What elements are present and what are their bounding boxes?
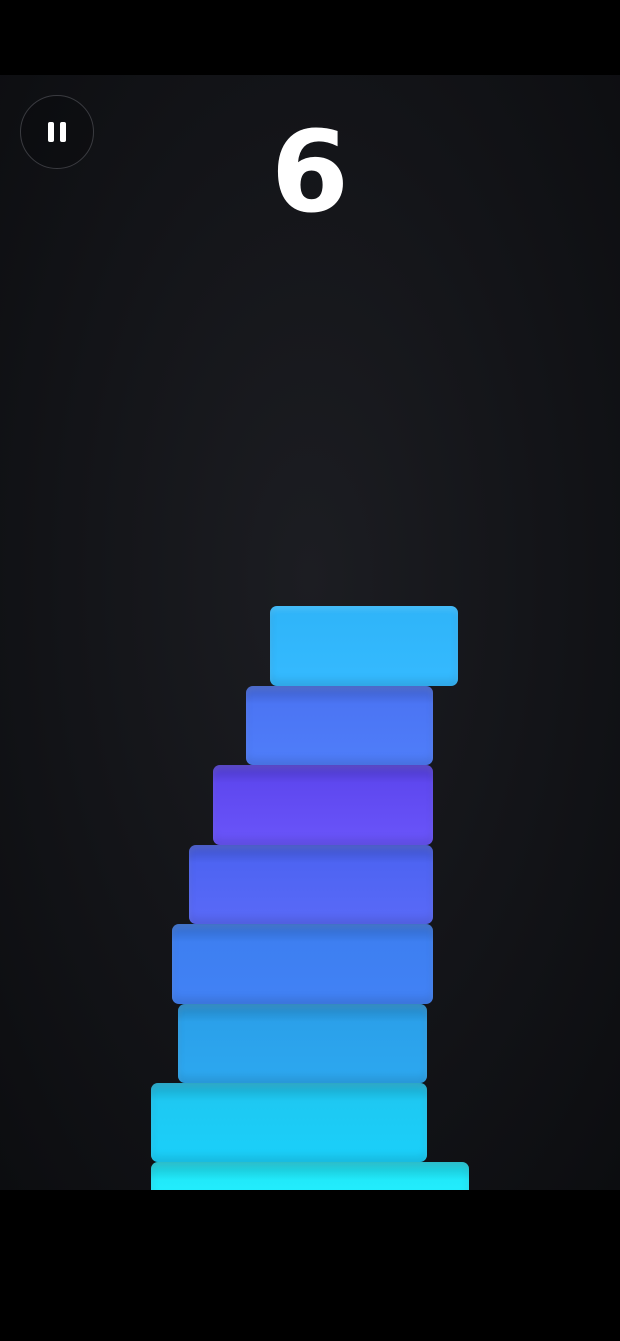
game-area[interactable] xyxy=(0,75,620,1190)
tower-block-8 xyxy=(270,606,458,686)
tower-block-6 xyxy=(213,765,433,845)
tower-block-7 xyxy=(246,686,433,765)
tower-block-2 xyxy=(151,1083,427,1162)
pause-button[interactable] xyxy=(20,95,94,169)
status-bar xyxy=(0,0,620,75)
pause-bar-left xyxy=(48,122,54,142)
score-display: 6 xyxy=(271,108,349,238)
tower-block-3 xyxy=(178,1004,427,1083)
tower-block-1 xyxy=(151,1162,469,1190)
bottom-area xyxy=(0,1190,620,1341)
tower-block-4 xyxy=(172,924,433,1004)
pause-bar-right xyxy=(60,122,66,142)
pause-icon xyxy=(48,122,66,142)
tower-block-5 xyxy=(189,845,433,924)
